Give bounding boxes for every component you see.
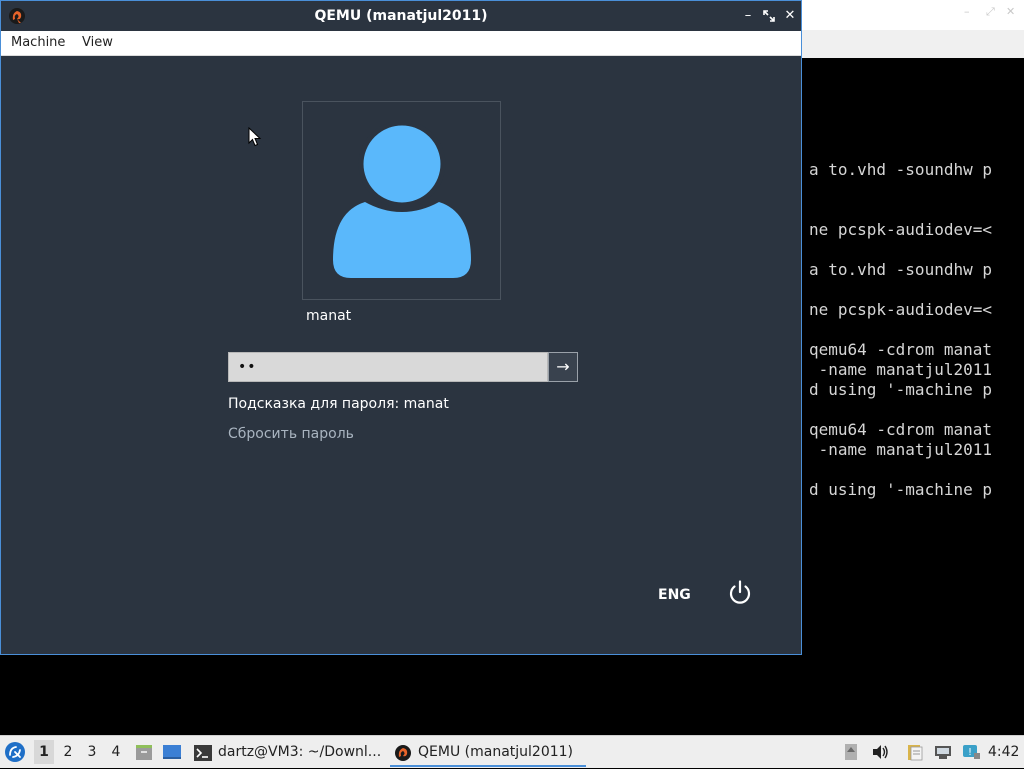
show-desktop-icon[interactable] — [162, 742, 182, 762]
mouse-pointer-icon — [248, 127, 262, 147]
terminal-line: qemu64 -cdrom manat — [808, 340, 992, 359]
user-avatar-icon — [333, 120, 471, 278]
submit-arrow-button[interactable]: → — [548, 352, 578, 382]
lubuntu-start-icon[interactable] — [4, 741, 26, 763]
task-qemu[interactable]: QEMU (manatjul2011) — [390, 738, 586, 767]
volume-icon[interactable] — [871, 743, 889, 761]
terminal-menubar — [802, 30, 1024, 59]
workspace-1[interactable]: 1 — [34, 740, 54, 764]
qemu-logo-icon — [395, 745, 411, 761]
terminal-line: -name manatjul2011 — [808, 440, 992, 459]
terminal-line: a to.vhd -soundhw p — [808, 160, 992, 179]
terminal-body[interactable]: a to.vhd -soundhw p ne pcspk-audiodev=< … — [802, 58, 1024, 734]
file-manager-icon[interactable] — [134, 742, 154, 762]
terminal-close-icon[interactable]: ✕ — [1006, 6, 1016, 17]
terminal-line: d using '-machine p — [808, 480, 992, 499]
menu-view[interactable]: View — [80, 31, 115, 55]
terminal-icon — [194, 745, 212, 761]
menu-machine[interactable]: Machine — [9, 31, 67, 55]
terminal-maximize-icon[interactable]: ⤢ — [986, 6, 996, 17]
svg-text:!: ! — [968, 747, 972, 758]
password-input[interactable]: •• — [228, 352, 548, 382]
workspace-3[interactable]: 3 — [82, 740, 102, 764]
tray-updates-icon[interactable] — [842, 743, 860, 761]
clock[interactable]: 4:42 — [988, 736, 1019, 769]
password-hint: Подсказка для пароля: manat — [228, 396, 449, 412]
terminal-line: ne pcspk-audiodev=< — [808, 300, 992, 319]
workspace-4[interactable]: 4 — [106, 740, 126, 764]
qemu-titlebar[interactable]: QEMU (manatjul2011) – ✕ — [1, 1, 801, 31]
user-avatar-tile — [302, 101, 501, 300]
clipboard-icon[interactable] — [906, 743, 924, 761]
power-icon[interactable] — [727, 579, 753, 607]
workspace-2[interactable]: 2 — [58, 740, 78, 764]
maximize-icon — [763, 10, 775, 22]
terminal-line: a to.vhd -soundhw p — [808, 260, 992, 279]
task-terminal[interactable]: dartz@VM3: ~/Downl... — [190, 738, 384, 767]
guest-login-screen[interactable]: manat •• → Подсказка для пароля: manat С… — [1, 56, 801, 654]
close-button[interactable]: ✕ — [783, 8, 797, 24]
minimize-button[interactable]: – — [741, 8, 755, 24]
arrow-right-icon: → — [556, 357, 570, 376]
maximize-button[interactable] — [762, 8, 776, 24]
terminal-titlebar: – ⤢ ✕ — [802, 0, 1024, 31]
terminal-line: ne pcspk-audiodev=< — [808, 220, 992, 239]
task-qemu-label: QEMU (manatjul2011) — [418, 744, 574, 760]
language-indicator[interactable]: ENG — [658, 587, 691, 603]
task-terminal-label: dartz@VM3: ~/Downl... — [218, 744, 382, 760]
window-title: QEMU (manatjul2011) — [314, 8, 488, 24]
terminal-line: -name manatjul2011 — [808, 360, 992, 379]
network-icon[interactable] — [934, 743, 952, 761]
username-label: manat — [306, 308, 352, 324]
qemu-window: QEMU (manatjul2011) – ✕ Machine View man… — [0, 0, 802, 655]
reset-password-link[interactable]: Сбросить пароль — [228, 426, 354, 442]
terminal-line: d using '-machine p — [808, 380, 992, 399]
taskbar: 1 2 3 4 dartz@VM3: ~/Downl... QEMU (mana… — [0, 735, 1024, 768]
qemu-menubar: Machine View — [1, 31, 801, 56]
notification-icon[interactable]: ! — [962, 743, 980, 761]
terminal-minimize-icon[interactable]: – — [964, 6, 974, 17]
terminal-line: qemu64 -cdrom manat — [808, 420, 992, 439]
